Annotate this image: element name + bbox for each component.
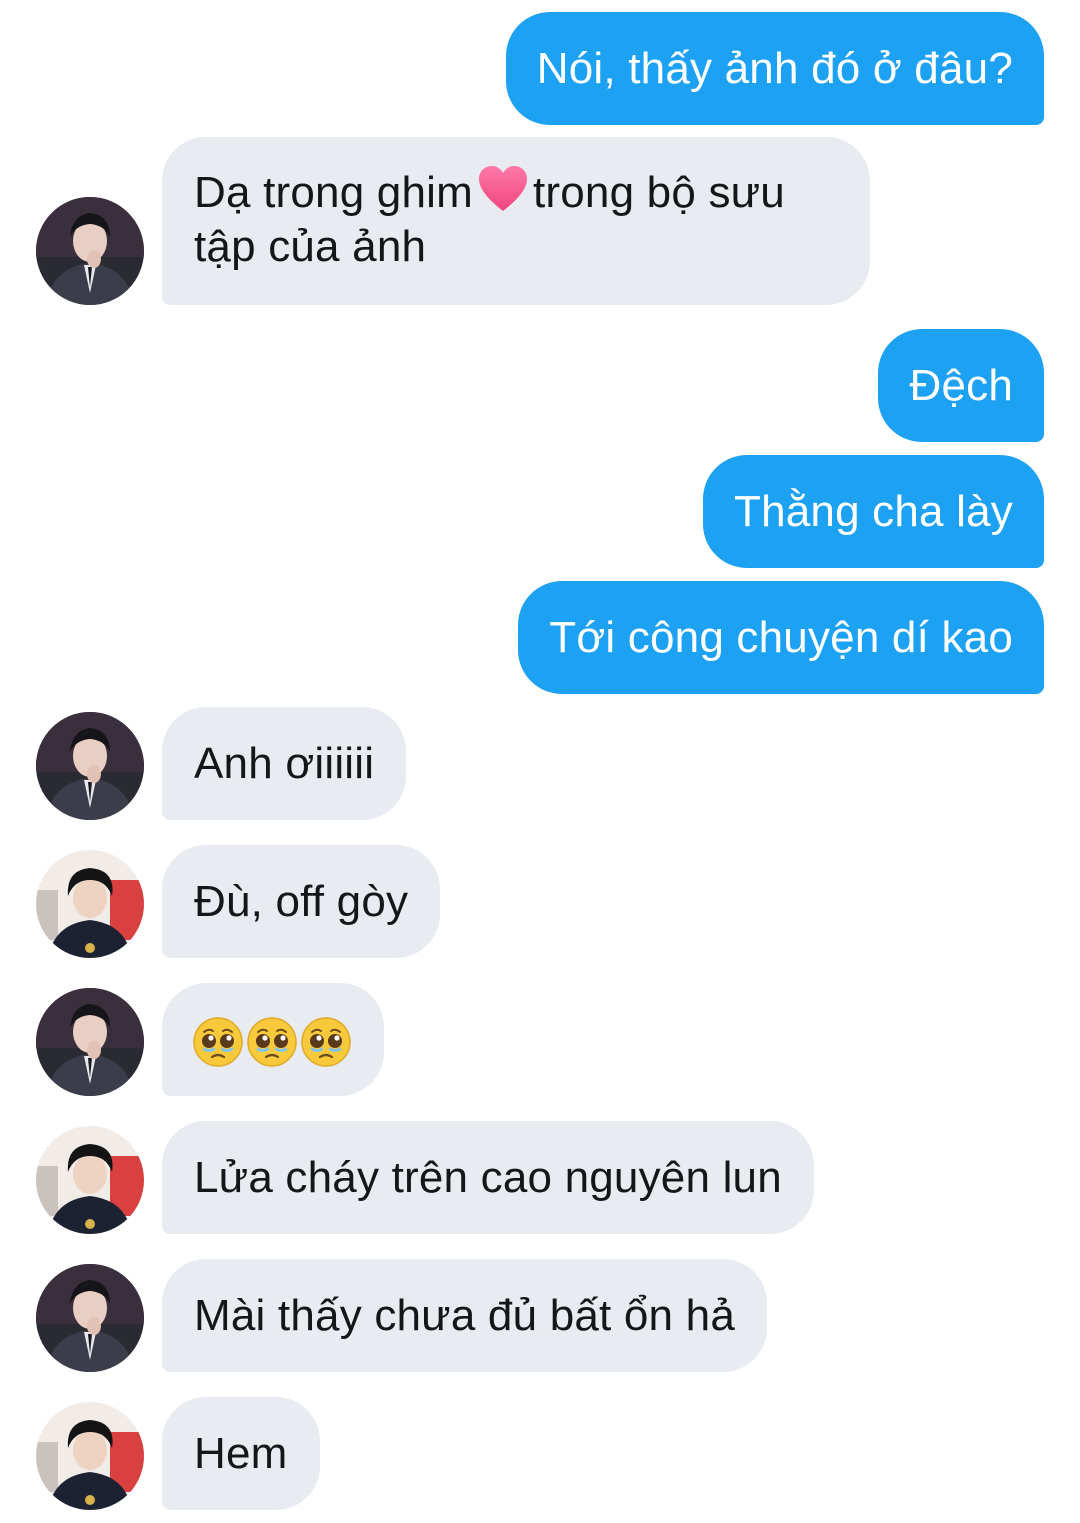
message-thread: Nói, thấy ảnh đó ở đâu? Dạ trong ghim tro… (0, 0, 1080, 1523)
avatar[interactable] (36, 988, 144, 1096)
message-text: Dạ trong ghim (194, 168, 473, 217)
avatar[interactable] (36, 1264, 144, 1372)
avatar[interactable] (36, 1402, 144, 1510)
message-text: Đù, off gòy (194, 877, 409, 926)
message-row: Nói, thấy ảnh đó ở đâu? (0, 12, 1080, 125)
message-text: Nói, thấy ảnh đó ở đâu? (536, 44, 1013, 93)
message-row: Anh ơiiiiii (0, 707, 1080, 820)
message-row: Hem (0, 1397, 1080, 1510)
avatar[interactable] (36, 712, 144, 820)
message-text: Thằng cha lày (734, 487, 1013, 536)
pleading-face-icon (246, 1016, 298, 1068)
avatar[interactable] (36, 197, 144, 305)
message-text: Mài thấy chưa đủ bất ổn hả (194, 1291, 735, 1340)
message-row: Đù, off gòy (0, 845, 1080, 958)
incoming-message-bubble[interactable] (162, 983, 384, 1096)
message-text: Tới công chuyện dí kao (549, 613, 1013, 662)
message-text: trong bộ sưu (532, 168, 785, 217)
outgoing-message-bubble[interactable]: Thằng cha lày (703, 455, 1044, 568)
incoming-message-bubble[interactable]: Hem (162, 1397, 320, 1510)
message-text: tập của ảnh (194, 222, 427, 271)
message-row: Thằng cha lày (0, 455, 1080, 568)
incoming-message-bubble[interactable]: Lửa cháy trên cao nguyên lun (162, 1121, 814, 1234)
pleading-face-icon (192, 1016, 244, 1068)
pleading-face-icon (300, 1016, 352, 1068)
message-row: Mài thấy chưa đủ bất ổn hả (0, 1259, 1080, 1372)
incoming-message-bubble[interactable]: Dạ trong ghim trong bộ sưu tập của ảnh (162, 137, 870, 305)
incoming-message-bubble[interactable]: Mài thấy chưa đủ bất ổn hả (162, 1259, 767, 1372)
incoming-message-bubble[interactable]: Anh ơiiiiii (162, 707, 407, 820)
incoming-message-bubble[interactable]: Đù, off gòy (162, 845, 441, 958)
message-text: Đệch (909, 361, 1013, 410)
message-row: Lửa cháy trên cao nguyên lun (0, 1121, 1080, 1234)
avatar[interactable] (36, 1126, 144, 1234)
pink-heart-icon (478, 166, 527, 211)
message-text: Anh ơiiiiii (194, 739, 375, 788)
outgoing-message-bubble[interactable]: Đệch (878, 329, 1044, 442)
message-row (0, 983, 1080, 1096)
message-text: Lửa cháy trên cao nguyên lun (194, 1153, 782, 1202)
message-text: Hem (194, 1429, 288, 1478)
message-row: Đệch (0, 329, 1080, 442)
outgoing-message-bubble[interactable]: Tới công chuyện dí kao (518, 581, 1044, 694)
message-row: Dạ trong ghim trong bộ sưu tập của ảnh (0, 137, 1080, 305)
outgoing-message-bubble[interactable]: Nói, thấy ảnh đó ở đâu? (505, 12, 1044, 125)
avatar[interactable] (36, 850, 144, 958)
message-row: Tới công chuyện dí kao (0, 581, 1080, 694)
